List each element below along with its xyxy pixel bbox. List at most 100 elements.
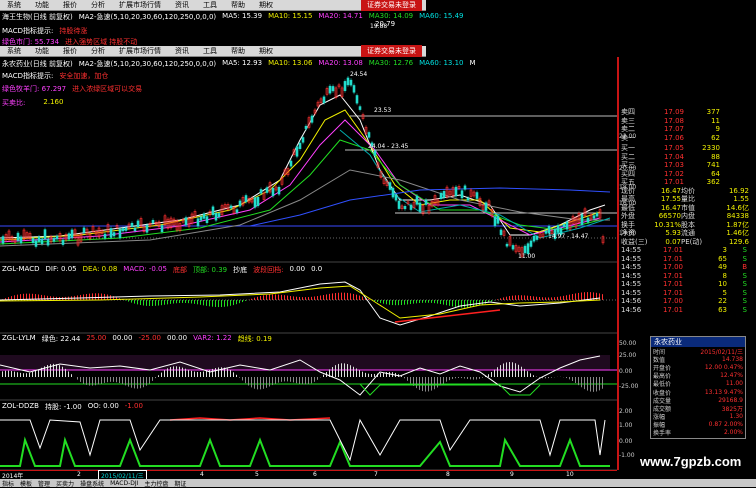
bid-row-cell: 17.03	[646, 161, 684, 169]
lylm-bar	[422, 377, 423, 391]
ask-row: 卖一17.0662	[621, 134, 756, 143]
lylm-bar	[332, 367, 333, 377]
macd-bar	[491, 300, 492, 302]
lylm-bar	[305, 377, 306, 385]
popup-row: 换手率2.00%	[651, 429, 745, 437]
macd-macd: MACD: -0.05	[123, 265, 167, 275]
lylm-bar	[362, 372, 363, 377]
macd-bar	[428, 300, 429, 303]
stat-cell: 16.47	[649, 187, 681, 195]
macd-bar	[512, 296, 513, 300]
popup-cell: 12.47%	[685, 372, 743, 379]
lylm-bar	[92, 377, 93, 386]
popup-cell: 0.87 2.00%	[685, 421, 743, 428]
macd-bar	[389, 300, 390, 305]
tick-cell: 14:55	[621, 280, 647, 288]
lylm-bar	[29, 373, 30, 377]
macd-bar	[368, 299, 369, 300]
bid-row-cell: 17.01	[646, 178, 684, 186]
chart-area[interactable]: 24.54 23.53 24.04 - 23.45 14.97 - 14.47 …	[0, 0, 618, 470]
macd-bar	[551, 297, 552, 300]
ask-row-cell: 9	[684, 125, 720, 133]
lylm-bar	[59, 365, 60, 377]
lylm-bar	[119, 377, 120, 383]
macd-bar	[314, 296, 315, 300]
lylm-bar	[341, 363, 342, 377]
lylm-bar	[494, 370, 495, 377]
tab-system[interactable]: 操盘系统	[80, 479, 104, 488]
macd-bar	[254, 298, 255, 300]
lylm-bar	[323, 375, 324, 377]
macd-bar	[434, 300, 435, 303]
macd-bar	[404, 300, 405, 305]
lylm-bar	[440, 377, 441, 386]
lylm-bar	[368, 374, 369, 377]
stat-cell: PE(动)	[681, 237, 709, 247]
macd-bar	[443, 300, 444, 305]
macd-bar	[539, 297, 540, 300]
lylm-bar	[113, 377, 114, 382]
lylm-bar	[452, 377, 453, 379]
tick-row: 14:5617.0163S	[621, 306, 756, 315]
tab-period[interactable]: 期证	[174, 479, 186, 488]
macd-bar	[98, 293, 99, 300]
lylm-bar	[281, 377, 282, 382]
macd-bar	[227, 300, 228, 306]
macd-bar	[269, 295, 270, 300]
macd-t3: 抄底	[233, 265, 247, 275]
macd-bar	[191, 300, 192, 303]
tab-indicator[interactable]: 指标	[2, 479, 14, 488]
macd-bar	[302, 297, 303, 300]
lylm-bar	[449, 377, 450, 380]
tab-macd[interactable]: MACD-DJI	[110, 480, 138, 487]
lylm-bar	[56, 364, 57, 377]
tab-manage[interactable]: 管理	[38, 479, 50, 488]
macd-bar	[308, 297, 309, 300]
macd-bar	[527, 296, 528, 300]
lylm-bar	[101, 377, 102, 384]
lylm-bar	[512, 362, 513, 377]
tick-cell: 17.01	[647, 246, 683, 254]
tick-cell: 17.01	[647, 289, 683, 297]
tick-cell: 17.01	[647, 306, 683, 314]
macd-bar	[329, 294, 330, 300]
tab-buysell[interactable]: 买卖力	[56, 479, 74, 488]
lylm-bar	[455, 377, 456, 378]
tick-cell: 63	[683, 306, 727, 314]
popup-title[interactable]: 永农药业	[651, 337, 745, 347]
macd-bar	[161, 300, 162, 305]
popup-cell: 1.30	[685, 413, 743, 420]
macd-bar	[182, 300, 183, 303]
ask-row-cell: 17.06	[646, 134, 684, 142]
lylm-bar	[431, 377, 432, 391]
lylm-bar	[239, 377, 240, 378]
macd-bar	[431, 300, 432, 303]
lylm-bar	[476, 377, 477, 379]
bid-row-cell: 17.02	[646, 170, 684, 178]
lylm-bar	[500, 365, 501, 377]
macd-bar	[179, 300, 180, 303]
ask-row-cell: 17.09	[646, 108, 684, 116]
macd-bar	[206, 300, 207, 306]
macd-bar	[131, 300, 132, 303]
stat-cell: 10.31%	[649, 221, 681, 229]
lylm-bar	[470, 377, 471, 379]
ask-row-cell: 11	[684, 117, 720, 125]
lylm-bar	[404, 377, 405, 378]
lylm-bar	[425, 377, 426, 392]
lylm-bar	[335, 365, 336, 377]
macd-bar	[101, 294, 102, 300]
data-window-popup[interactable]: 永农药业 时间2015/02/11/三数值14.738开盘价12.00 0.47…	[650, 336, 746, 439]
lylm-bar	[32, 372, 33, 377]
lylm-v6: VAR2: 1.22	[193, 334, 232, 344]
macd-bar	[215, 300, 216, 307]
lylm-bar	[254, 377, 255, 389]
macd-bar	[167, 300, 168, 304]
ddzb-title: ZOL-DDZB	[2, 402, 39, 412]
tab-control[interactable]: 主力控盘	[144, 479, 168, 488]
lylm-bar	[125, 377, 126, 385]
stat-cell: 66570	[649, 212, 681, 220]
macd-bar	[86, 294, 87, 300]
macd-bar	[95, 293, 96, 300]
tab-template[interactable]: 模板	[20, 479, 32, 488]
